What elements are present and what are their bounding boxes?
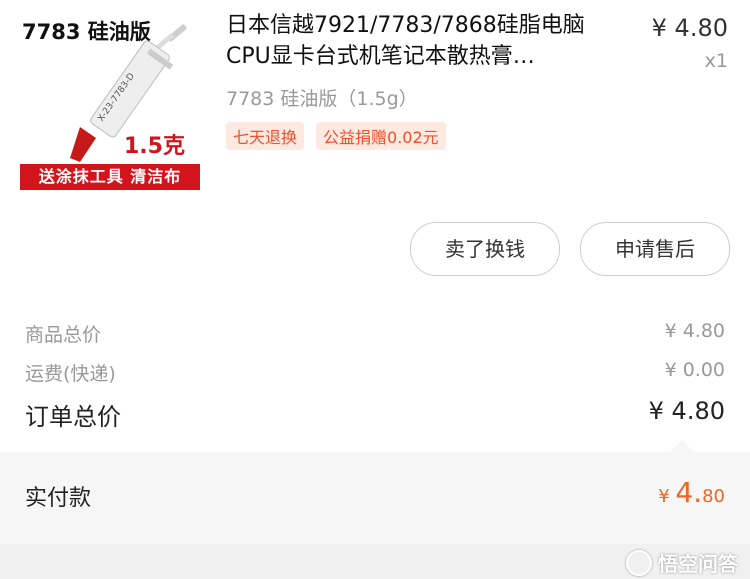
- order-total-label: 订单总价: [25, 403, 121, 431]
- payment-label: 实付款: [25, 486, 92, 511]
- product-title[interactable]: 日本信越7921/7783/7868硅脂电脑CPU显卡台式机笔记本散热膏…: [226, 10, 626, 72]
- payment-amount-integer: 4.: [675, 476, 703, 509]
- sell-button[interactable]: 卖了换钱: [410, 222, 560, 276]
- payment-currency: ¥: [658, 486, 670, 507]
- payment-amount-decimal: 80: [702, 486, 725, 507]
- shipping-label: 运费(快递): [25, 363, 116, 385]
- product-quantity: x1: [704, 50, 728, 72]
- order-total-row: 订单总价 ¥ 4.80: [25, 397, 725, 432]
- goods-total-row: 商品总价 ¥ 4.80: [25, 320, 725, 347]
- shipping-value: ¥ 0.00: [664, 359, 725, 381]
- after-sale-button[interactable]: 申请售后: [580, 222, 730, 276]
- watermark: 悟空问答: [626, 548, 738, 577]
- product-thumbnail[interactable]: X-23-7783-D 7783 硅油版 1.5克 送涂抹工具 清洁布: [18, 12, 202, 192]
- product-sku: 7783 硅油版（1.5g）: [226, 88, 418, 110]
- shipping-row: 运费(快递) ¥ 0.00: [25, 359, 725, 386]
- product-price: ¥ 4.80: [651, 14, 728, 42]
- payment-amount: ¥ 4.80: [658, 476, 725, 509]
- tag-seven-day-return: 七天退换: [226, 122, 305, 150]
- caret-up-icon: [670, 440, 694, 452]
- goods-total-label: 商品总价: [25, 324, 102, 346]
- tag-charity-donation: 公益捐赠0.02元: [316, 122, 446, 150]
- footer-bar: 悟空问答: [0, 544, 750, 579]
- payment-section: 实付款 ¥ 4.80: [0, 440, 750, 544]
- product-weight-label: 1.5克: [124, 134, 185, 159]
- product-brand-label: 7783 硅油版: [22, 20, 151, 44]
- order-total-value: ¥ 4.80: [648, 397, 725, 425]
- wukong-logo-icon: [626, 549, 652, 576]
- order-item[interactable]: X-23-7783-D 7783 硅油版 1.5克 送涂抹工具 清洁布 日本信越…: [0, 0, 750, 200]
- product-promo-banner: 送涂抹工具 清洁布: [20, 164, 200, 190]
- watermark-text: 悟空问答: [658, 552, 738, 576]
- goods-total-value: ¥ 4.80: [664, 320, 725, 342]
- product-tags: 七天退换 公益捐赠0.02元: [226, 122, 446, 150]
